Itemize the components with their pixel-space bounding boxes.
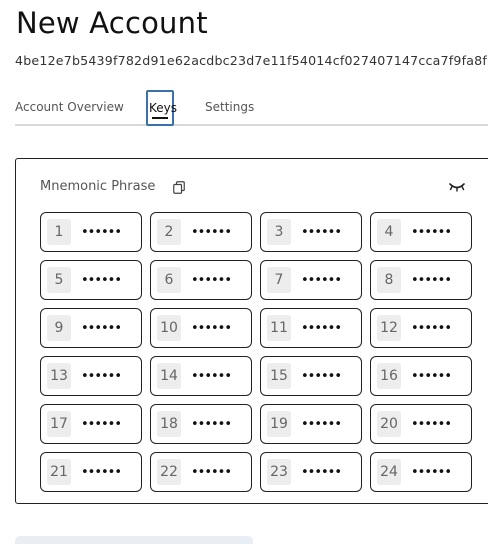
word-index: 10 xyxy=(157,315,181,341)
masked-word: •••••• xyxy=(191,417,232,432)
masked-word: •••••• xyxy=(411,417,452,432)
masked-word: •••••• xyxy=(81,273,122,288)
mnemonic-word-1[interactable]: 1 •••••• xyxy=(40,212,142,252)
masked-word: •••••• xyxy=(411,225,452,240)
tab-account-overview[interactable]: Account Overview xyxy=(15,100,124,114)
mnemonic-word-15[interactable]: 15 •••••• xyxy=(260,356,362,396)
masked-word: •••••• xyxy=(81,321,122,336)
word-index: 14 xyxy=(157,363,181,389)
word-index: 3 xyxy=(267,219,291,245)
masked-word: •••••• xyxy=(301,321,342,336)
mnemonic-word-5[interactable]: 5 •••••• xyxy=(40,260,142,300)
masked-word: •••••• xyxy=(411,273,452,288)
mnemonic-word-14[interactable]: 14 •••••• xyxy=(150,356,252,396)
word-index: 12 xyxy=(377,315,401,341)
word-index: 7 xyxy=(267,267,291,293)
masked-word: •••••• xyxy=(191,273,232,288)
masked-word: •••••• xyxy=(301,225,342,240)
mnemonic-word-8[interactable]: 8 •••••• xyxy=(370,260,472,300)
bottom-action-button[interactable] xyxy=(15,536,253,544)
account-address: 4be12e7b5439f782d91e62acdbc23d7e11f54014… xyxy=(15,53,488,68)
mnemonic-word-20[interactable]: 20 •••••• xyxy=(370,404,472,444)
account-page: New Account 4be12e7b5439f782d91e62acdbc2… xyxy=(0,0,488,544)
masked-word: •••••• xyxy=(81,225,122,240)
word-index: 21 xyxy=(47,459,71,485)
word-index: 24 xyxy=(377,459,401,485)
word-index: 18 xyxy=(157,411,181,437)
mnemonic-word-17[interactable]: 17 •••••• xyxy=(40,404,142,444)
copy-icon[interactable] xyxy=(173,181,185,194)
page-title: New Account xyxy=(16,6,208,40)
word-index: 23 xyxy=(267,459,291,485)
word-index: 8 xyxy=(377,267,401,293)
tab-bar: Account Overview Keys Settings xyxy=(15,88,488,126)
masked-word: •••••• xyxy=(411,321,452,336)
tab-keys-label: Keys xyxy=(149,101,178,115)
mnemonic-word-21[interactable]: 21 •••••• xyxy=(40,452,142,492)
masked-word: •••••• xyxy=(191,369,232,384)
mnemonic-word-16[interactable]: 16 •••••• xyxy=(370,356,472,396)
masked-word: •••••• xyxy=(301,465,342,480)
word-index: 16 xyxy=(377,363,401,389)
mnemonic-word-22[interactable]: 22 •••••• xyxy=(150,452,252,492)
active-tab-indicator xyxy=(152,117,168,119)
mnemonic-word-11[interactable]: 11 •••••• xyxy=(260,308,362,348)
word-index: 5 xyxy=(47,267,71,293)
mnemonic-word-19[interactable]: 19 •••••• xyxy=(260,404,362,444)
mnemonic-word-13[interactable]: 13 •••••• xyxy=(40,356,142,396)
word-index: 17 xyxy=(47,411,71,437)
mnemonic-word-23[interactable]: 23 •••••• xyxy=(260,452,362,492)
masked-word: •••••• xyxy=(301,273,342,288)
word-index: 19 xyxy=(267,411,291,437)
masked-word: •••••• xyxy=(301,369,342,384)
masked-word: •••••• xyxy=(191,321,232,336)
mnemonic-word-10[interactable]: 10 •••••• xyxy=(150,308,252,348)
masked-word: •••••• xyxy=(411,465,452,480)
word-index: 13 xyxy=(47,363,71,389)
word-index: 20 xyxy=(377,411,401,437)
mnemonic-word-18[interactable]: 18 •••••• xyxy=(150,404,252,444)
masked-word: •••••• xyxy=(81,369,122,384)
word-index: 22 xyxy=(157,459,181,485)
eye-closed-icon[interactable] xyxy=(448,181,466,193)
word-index: 2 xyxy=(157,219,181,245)
word-index: 4 xyxy=(377,219,401,245)
masked-word: •••••• xyxy=(191,465,232,480)
masked-word: •••••• xyxy=(191,225,232,240)
mnemonic-word-2[interactable]: 2 •••••• xyxy=(150,212,252,252)
masked-word: •••••• xyxy=(81,465,122,480)
mnemonic-word-4[interactable]: 4 •••••• xyxy=(370,212,472,252)
word-index: 15 xyxy=(267,363,291,389)
mnemonic-word-9[interactable]: 9 •••••• xyxy=(40,308,142,348)
masked-word: •••••• xyxy=(411,369,452,384)
mnemonic-word-6[interactable]: 6 •••••• xyxy=(150,260,252,300)
word-index: 1 xyxy=(47,219,71,245)
masked-word: •••••• xyxy=(301,417,342,432)
mnemonic-card: Mnemonic Phrase 1 •••••• 2 •••••• 3 •••••• 4 ••… xyxy=(15,158,488,504)
mnemonic-word-12[interactable]: 12 •••••• xyxy=(370,308,472,348)
word-index: 11 xyxy=(267,315,291,341)
tab-keys[interactable]: Keys xyxy=(146,90,178,126)
word-index: 9 xyxy=(47,315,71,341)
mnemonic-word-24[interactable]: 24 •••••• xyxy=(370,452,472,492)
mnemonic-word-7[interactable]: 7 •••••• xyxy=(260,260,362,300)
word-index: 6 xyxy=(157,267,181,293)
masked-word: •••••• xyxy=(81,417,122,432)
mnemonic-word-3[interactable]: 3 •••••• xyxy=(260,212,362,252)
tab-settings[interactable]: Settings xyxy=(205,100,254,114)
mnemonic-title: Mnemonic Phrase xyxy=(40,179,156,194)
